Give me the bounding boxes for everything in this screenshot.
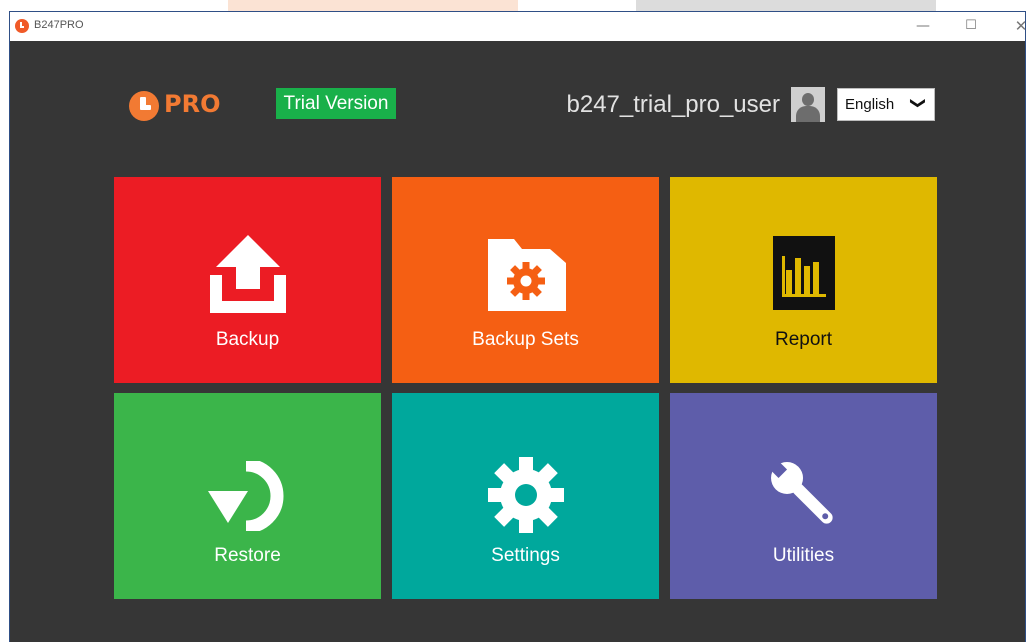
tile-utilities-label: Utilities [772, 545, 835, 566]
bar-chart-icon [773, 236, 835, 310]
tile-report[interactable]: Report [670, 177, 937, 383]
avatar-body [796, 106, 820, 122]
tile-backup[interactable]: Backup [114, 177, 381, 383]
chevron-down-icon: ❯ [909, 96, 928, 110]
gear-icon [488, 457, 564, 533]
pro-logo: PRO [129, 88, 221, 124]
close-button[interactable]: ✕ [1006, 16, 1026, 36]
username-label: b247_trial_pro_user [566, 91, 780, 118]
upload-icon [210, 235, 286, 313]
app-logo-icon [15, 19, 29, 33]
restore-arrow-icon [208, 461, 284, 531]
folder-gear-icon [488, 239, 566, 311]
tile-backup-label: Backup [215, 329, 280, 350]
tile-utilities[interactable]: Utilities [670, 393, 937, 599]
window-title: B247PRO [34, 19, 84, 31]
tile-backup-sets-label: Backup Sets [472, 329, 579, 350]
tile-settings[interactable]: Settings [392, 393, 659, 599]
tile-report-label: Report [774, 329, 833, 350]
tile-settings-label: Settings [491, 545, 560, 566]
language-select[interactable]: English ❯ [837, 88, 935, 121]
tile-restore-label: Restore [214, 545, 281, 566]
tile-restore[interactable]: Restore [114, 393, 381, 599]
tile-backup-sets[interactable]: Backup Sets [392, 177, 659, 383]
trial-version-badge: Trial Version [276, 88, 396, 119]
main-content: PRO Trial Version b247_trial_pro_user En… [10, 41, 1025, 642]
title-bar: B247PRO — ☐ ✕ [10, 12, 1026, 41]
wrench-icon [768, 459, 833, 524]
avatar-head [802, 93, 814, 106]
maximize-button[interactable]: ☐ [956, 16, 986, 36]
clock-logo-icon [129, 91, 159, 121]
user-avatar-icon[interactable] [791, 87, 825, 122]
language-selected: English [845, 96, 895, 113]
app-window: B247PRO — ☐ ✕ PRO Trial Version b247_tri… [9, 11, 1026, 642]
minimize-button[interactable]: — [908, 16, 938, 36]
logo-text: PRO [164, 90, 221, 118]
